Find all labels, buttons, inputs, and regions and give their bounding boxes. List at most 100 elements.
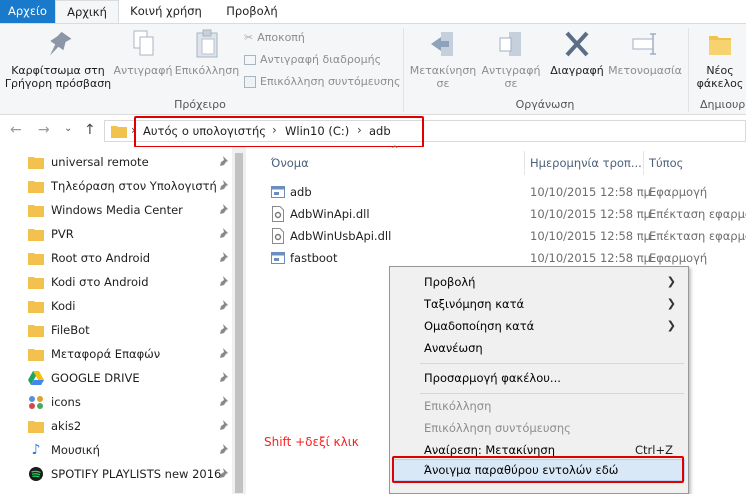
folder-icon xyxy=(28,253,44,265)
menu-item-paste-shortcut[interactable]: Επικόλληση συντόμευσης xyxy=(424,417,571,439)
file-row[interactable]: AdbWinApi.dll 10/10/2015 12:58 πμ Επέκτα… xyxy=(246,203,746,225)
nav-item-label: Τηλεόραση στον Υπολογιστή xyxy=(51,179,217,193)
nav-item-windows-media-center[interactable]: Windows Media Center xyxy=(28,198,242,222)
nav-item-akis2[interactable]: akis2 xyxy=(28,414,242,438)
copy-path-icon xyxy=(244,55,256,65)
folder-icon xyxy=(111,126,127,138)
nav-item-root-android[interactable]: Root στο Android xyxy=(28,246,242,270)
file-row[interactable]: adb 10/10/2015 12:58 πμ Εφαρμογή xyxy=(246,181,746,203)
folder-icon xyxy=(28,229,44,241)
pin-icon[interactable] xyxy=(220,276,230,290)
delete-button[interactable]: Διαγραφή xyxy=(546,28,608,77)
pin-icon[interactable] xyxy=(220,228,230,242)
pin-icon[interactable] xyxy=(220,372,230,386)
column-header-type[interactable]: Τύπος xyxy=(649,153,683,173)
nav-item-filebot[interactable]: FileBot xyxy=(28,318,242,342)
column-header-date[interactable]: Ημερομηνία τροπ... xyxy=(530,153,642,173)
nav-item-tv-pc[interactable]: Τηλεόραση στον Υπολογιστή xyxy=(28,174,242,198)
delete-x-icon xyxy=(565,31,589,57)
tab-share[interactable]: Κοινή χρήση xyxy=(119,0,213,23)
column-header-name[interactable]: Όνομα xyxy=(271,153,309,173)
cut-button[interactable]: ✂ Αποκοπή xyxy=(244,29,305,47)
recent-locations-chevron-icon[interactable]: ⌄ xyxy=(64,123,72,134)
copy-path-button[interactable]: Αντιγραφή διαδρομής xyxy=(244,51,381,69)
new-folder-label-1: Νέος xyxy=(706,64,734,77)
copy-to-label-2: σε xyxy=(504,77,518,90)
file-row[interactable]: AdbWinUsbApi.dll 10/10/2015 12:58 πμ Επέ… xyxy=(246,225,746,247)
nav-item-pvr[interactable]: PVR xyxy=(28,222,242,246)
pin-icon[interactable] xyxy=(220,468,230,482)
move-to-button[interactable]: Μετακίνηση σε xyxy=(408,28,478,90)
rename-button[interactable]: Μετονομασία xyxy=(608,28,682,77)
application-icon xyxy=(271,186,285,198)
nav-item-label: Μουσική xyxy=(51,443,100,457)
sort-caret-icon: ^ xyxy=(391,145,399,155)
annotation-text: Shift +δεξί κλικ xyxy=(264,435,359,449)
copy-to-icon xyxy=(499,32,521,56)
pin-icon[interactable] xyxy=(220,444,230,458)
copy-to-button[interactable]: Αντιγραφή σε xyxy=(478,28,544,90)
nav-item-contacts-transfer[interactable]: Μεταφορά Επαφών xyxy=(28,342,242,366)
copy-icon xyxy=(133,30,154,56)
pin-icon[interactable] xyxy=(220,324,230,338)
address-highlight-frame xyxy=(134,116,424,148)
nav-item-universal-remote[interactable]: universal remote xyxy=(28,150,242,174)
music-note-icon: ♪ xyxy=(31,442,41,458)
back-arrow-icon[interactable]: ← xyxy=(10,122,22,138)
scissors-icon: ✂ xyxy=(244,31,254,44)
folder-icon xyxy=(28,325,44,337)
tab-view[interactable]: Προβολή xyxy=(213,0,291,23)
pin-icon[interactable] xyxy=(220,396,230,410)
file-name: fastboot xyxy=(290,251,338,265)
pin-icon[interactable] xyxy=(220,348,230,362)
pin-icon[interactable] xyxy=(220,252,230,266)
new-folder-icon xyxy=(709,36,731,55)
ribbon-separator xyxy=(403,28,404,112)
nav-item-label: SPOTIFY PLAYLISTS new 2016 xyxy=(51,467,222,481)
menu-item-view[interactable]: Προβολή xyxy=(424,271,475,293)
new-folder-button[interactable]: Νέος φάκελος xyxy=(694,28,746,90)
tab-home[interactable]: Αρχική xyxy=(55,0,119,24)
nav-item-spotify-playlists[interactable]: SPOTIFY PLAYLISTS new 2016 xyxy=(28,462,242,486)
nav-item-icons[interactable]: icons xyxy=(28,390,242,414)
nav-scrollbar-thumb[interactable] xyxy=(235,153,243,493)
address-row: ← → ⌄ ↑ › Αυτός ο υπολογιστής › Wlin10 (… xyxy=(0,115,746,148)
move-to-label-1: Μετακίνηση xyxy=(409,64,477,77)
paste-button[interactable]: Επικόλληση xyxy=(174,28,240,77)
delete-label: Διαγραφή xyxy=(550,64,604,77)
menu-item-sort-by[interactable]: Ταξινόμηση κατά xyxy=(424,293,524,315)
nav-item-label: akis2 xyxy=(51,419,82,433)
paste-shortcut-button[interactable]: Επικόλληση συντόμευσης xyxy=(244,73,400,91)
pin-icon[interactable] xyxy=(220,156,230,170)
menu-item-group-by[interactable]: Ομαδοποίηση κατά xyxy=(424,315,534,337)
column-divider[interactable] xyxy=(524,151,525,175)
pin-icon[interactable] xyxy=(220,180,230,194)
copy-button[interactable]: Αντιγραφή xyxy=(112,28,174,77)
folder-icon xyxy=(28,205,44,217)
folder-icon xyxy=(28,349,44,361)
new-folder-label-2: φάκελος xyxy=(696,77,744,90)
pin-icon[interactable] xyxy=(220,204,230,218)
up-arrow-icon[interactable]: ↑ xyxy=(84,122,96,138)
pin-icon[interactable] xyxy=(220,420,230,434)
folder-icon xyxy=(28,157,44,169)
column-divider[interactable] xyxy=(643,151,644,175)
new-group-label: Δημιουρ xyxy=(700,98,746,111)
tab-file[interactable]: Αρχείο xyxy=(0,0,55,23)
nav-scrollbar[interactable] xyxy=(232,147,246,494)
pin-icon[interactable] xyxy=(220,300,230,314)
nav-item-kodi[interactable]: Kodi xyxy=(28,294,242,318)
menu-item-refresh[interactable]: Ανανέωση xyxy=(424,337,483,359)
icons-folder-icon xyxy=(29,396,43,409)
forward-arrow-icon[interactable]: → xyxy=(38,122,50,138)
nav-item-kodi-android[interactable]: Kodi στο Android xyxy=(28,270,242,294)
menu-item-paste[interactable]: Επικόλληση xyxy=(424,395,491,417)
nav-item-music[interactable]: ♪ Μουσική xyxy=(28,438,242,462)
file-name: AdbWinUsbApi.dll xyxy=(290,229,392,243)
menu-item-customize-folder[interactable]: Προσαρμογή φακέλου... xyxy=(424,367,561,389)
file-type: Επέκταση εφαρμο xyxy=(649,229,746,243)
pin-quick-access-button[interactable]: Καρφίτσωμα στη Γρήγορη πρόσβαση xyxy=(4,28,112,90)
file-type: Εφαρμογή xyxy=(649,185,708,199)
ribbon-tab-bar: Αρχείο Αρχική Κοινή χρήση Προβολή xyxy=(0,0,746,24)
nav-item-google-drive[interactable]: GOOGLE DRIVE xyxy=(28,366,242,390)
